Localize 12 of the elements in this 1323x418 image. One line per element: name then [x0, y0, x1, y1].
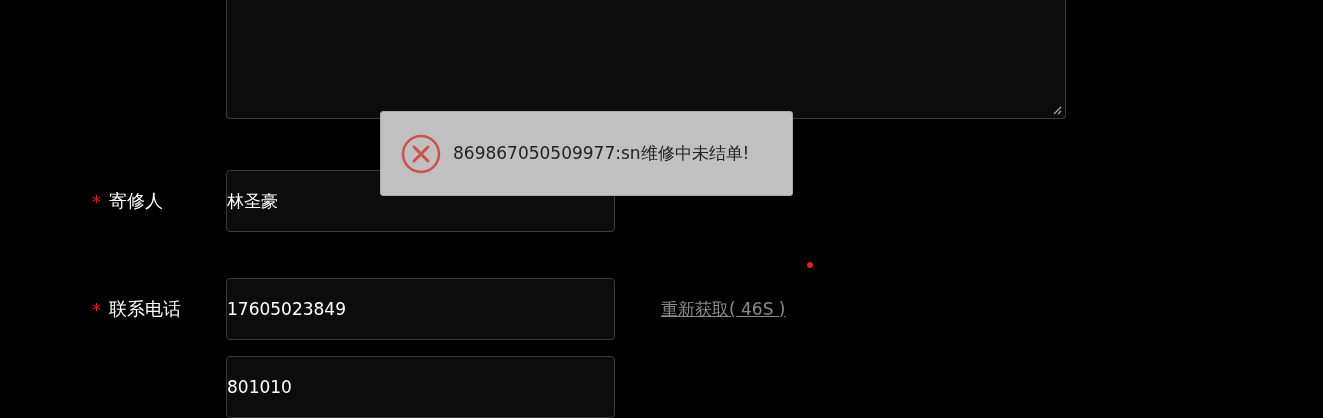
dot-icon [807, 262, 813, 268]
input-field[interactable]: 17605023849 [226, 278, 615, 340]
input-field[interactable]: 801010 [226, 356, 615, 418]
text-area[interactable] [226, 0, 1066, 119]
error-icon [401, 133, 441, 174]
resend-link[interactable]: 重新获取( 46S ) [661, 297, 786, 321]
toast-message: 869867050509977:sn维修中未结单! [453, 142, 750, 165]
resize-handle-icon[interactable] [1053, 106, 1062, 115]
required-mark: * [92, 298, 101, 320]
field-label: 联系电话 [109, 297, 181, 321]
required-mark: * [92, 190, 101, 212]
field-label: 寄修人 [109, 189, 163, 213]
